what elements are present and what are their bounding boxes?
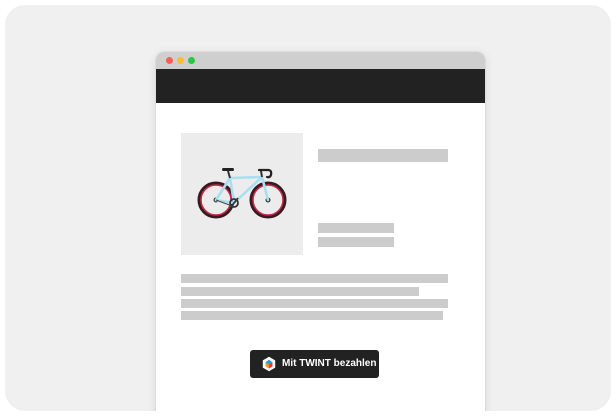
product-price-placeholder (318, 223, 394, 233)
background-card: Mit TWINT bezahlen (5, 5, 611, 411)
product-title-placeholder (318, 149, 448, 162)
site-header (156, 69, 485, 103)
twint-pay-button[interactable]: Mit TWINT bezahlen (250, 350, 379, 378)
minimize-window-dot[interactable] (177, 57, 184, 64)
maximize-window-dot[interactable] (188, 57, 195, 64)
product-image (181, 133, 303, 255)
twint-pay-button-label: Mit TWINT bezahlen (282, 358, 377, 369)
product-variant-placeholder (318, 237, 394, 247)
description-line (181, 287, 419, 296)
description-line (181, 311, 443, 320)
description-line (181, 274, 448, 283)
twint-icon (262, 356, 276, 372)
close-window-dot[interactable] (166, 57, 173, 64)
description-line (181, 299, 448, 308)
bicycle-icon (197, 168, 287, 219)
browser-window: Mit TWINT bezahlen (156, 52, 485, 411)
browser-titlebar (156, 52, 485, 69)
